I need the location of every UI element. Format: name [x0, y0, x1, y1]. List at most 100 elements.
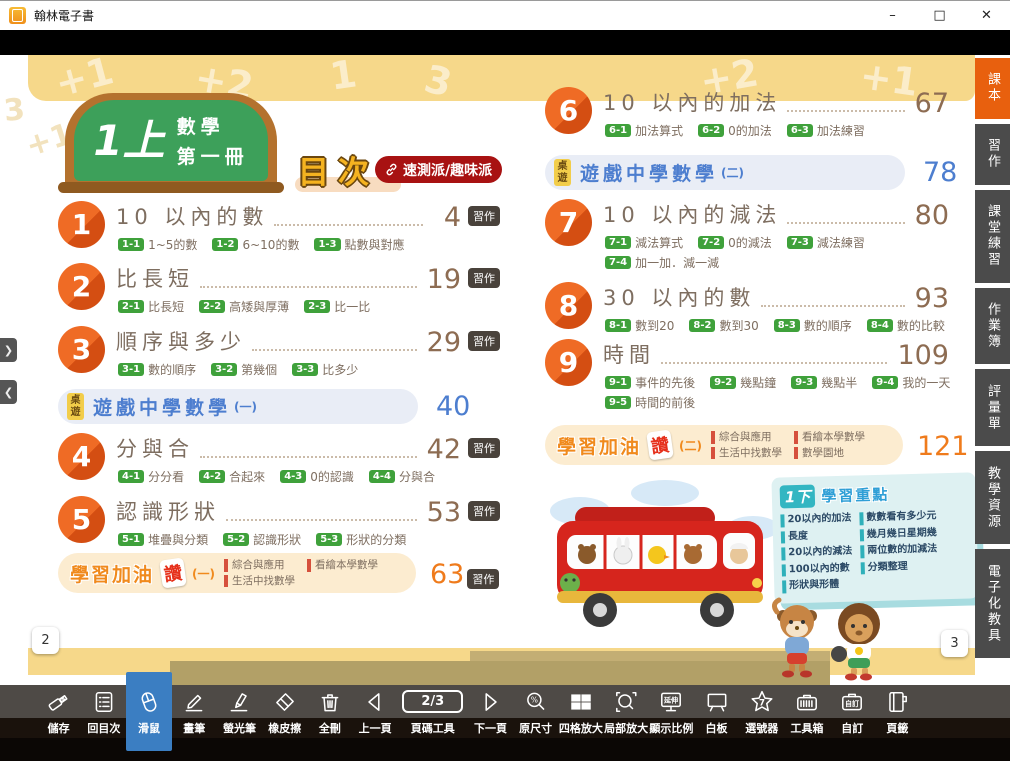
workbook-badge[interactable]: 習作	[468, 438, 500, 458]
study-boost-page-number[interactable]: 63	[430, 553, 464, 588]
section-item[interactable]: 9-3 幾點半	[791, 374, 857, 391]
number-picker-button[interactable]: 7 選號器	[739, 685, 784, 738]
study-boost-page-number[interactable]: 121	[917, 425, 969, 460]
chapter-page-number[interactable]: 109	[897, 342, 949, 369]
chapter-page-number[interactable]: 80	[915, 202, 949, 229]
mouse-button[interactable]: 滑鼠	[126, 672, 171, 751]
panel-expand-chevron-icon[interactable]: ❯	[0, 338, 17, 362]
section-item[interactable]: 8-3 數的順序	[774, 317, 852, 334]
section-item[interactable]: 6-3 加法練習	[787, 122, 865, 139]
study-boost-pill[interactable]: 學習加油 讚 (二) 綜合與應用生活中找數學看繪本學數學數學園地	[545, 425, 903, 465]
back-to-toc-button[interactable]: 回目次	[81, 685, 126, 738]
workbook-badge[interactable]: 習作	[468, 268, 500, 288]
panel-collapse-chevron-icon[interactable]: ❮	[0, 380, 17, 404]
chapter-title[interactable]: 順序與多少	[116, 326, 246, 356]
eraser-button[interactable]: 橡皮擦	[262, 685, 307, 738]
section-item[interactable]: 4-1 分分看	[118, 468, 184, 485]
original-size-button[interactable]: % 原尺寸	[513, 685, 558, 738]
partial-zoom-button[interactable]: 局部放大	[604, 685, 649, 738]
chapter-page-number[interactable]: 67	[915, 90, 949, 117]
study-boost-pill[interactable]: 學習加油 讚 (一) 綜合與應用生活中找數學看繪本學數學	[58, 553, 416, 593]
toolbox-button[interactable]: 工具箱	[784, 685, 829, 738]
next-page-button[interactable]: 下一頁	[468, 685, 513, 738]
close-button[interactable]: ✕	[963, 1, 1010, 30]
highlighter-button[interactable]: 螢光筆	[217, 685, 262, 738]
page-indicator[interactable]: 2/3	[402, 690, 463, 713]
chapter-page-number[interactable]: 42	[427, 436, 461, 463]
section-item[interactable]: 2-3 比一比	[304, 298, 370, 315]
board-game-pill[interactable]: 桌遊 遊戲中學數學 (一)	[58, 389, 418, 424]
section-item[interactable]: 4-2 合起來	[199, 468, 265, 485]
section-item[interactable]: 2-1 比長短	[118, 298, 184, 315]
sidebar-tab-7[interactable]: 電子化教具	[975, 549, 1010, 658]
save-button[interactable]: 儲存	[36, 685, 81, 738]
display-ratio-button[interactable]: 延伸 顯示比例	[649, 685, 694, 738]
section-item[interactable]: 8-4 數的比較	[867, 317, 945, 334]
sidebar-tab-4[interactable]: 作業簿	[975, 288, 1010, 365]
section-item[interactable]: 2-2 高矮與厚薄	[199, 298, 289, 315]
section-item[interactable]: 7-1 減法算式	[605, 234, 683, 251]
workbook-badge[interactable]: 習作	[468, 501, 500, 521]
custom-button[interactable]: 自訂 自訂	[830, 685, 875, 738]
whiteboard-button[interactable]: 白板	[694, 685, 739, 738]
section-item[interactable]: 7-4 加一加．減一減	[605, 254, 719, 271]
section-item[interactable]: 9-4 我的一天	[872, 374, 950, 391]
chapter-page-number[interactable]: 53	[427, 499, 461, 526]
sidebar-tab-3[interactable]: 課堂練習	[975, 190, 1010, 283]
workbook-badge[interactable]: 習作	[468, 331, 500, 351]
pen-button[interactable]: 畫筆	[172, 685, 217, 738]
section-item[interactable]: 4-3 0的認識	[280, 468, 354, 485]
chapter-title[interactable]: 比長短	[116, 263, 194, 293]
page-corner-tab-right[interactable]: 3	[941, 630, 968, 657]
chapter-title[interactable]: 認識形狀	[116, 496, 220, 526]
section-label: 認識形狀	[253, 531, 301, 548]
section-item[interactable]: 8-2 數到30	[689, 317, 758, 334]
section-item[interactable]: 3-2 第幾個	[211, 361, 277, 378]
chapter-page-number[interactable]: 4	[433, 204, 461, 231]
section-item[interactable]: 8-1 數到20	[605, 317, 674, 334]
section-item[interactable]: 1-2 6~10的數	[212, 236, 299, 253]
delete-all-button[interactable]: 全刪	[307, 685, 352, 738]
quad-zoom-button[interactable]: 四格放大	[558, 685, 603, 738]
chapter-title[interactable]: 10 以內的加法	[603, 87, 781, 117]
section-item[interactable]: 3-1 數的順序	[118, 361, 196, 378]
section-item[interactable]: 3-3 比多少	[292, 361, 358, 378]
section-item[interactable]: 5-3 形狀的分類	[316, 531, 406, 548]
sidebar-tab-2[interactable]: 習作	[975, 124, 1010, 185]
page-tool-button[interactable]: 2/3 頁碼工具	[398, 685, 468, 738]
chapter-title[interactable]: 10 以內的減法	[603, 199, 781, 229]
section-item[interactable]: 5-1 堆疊與分類	[118, 531, 208, 548]
workbook-badge[interactable]: 習作	[468, 206, 500, 226]
page-corner-tab-left[interactable]: 2	[32, 627, 59, 654]
section-item[interactable]: 5-2 認識形狀	[223, 531, 301, 548]
board-game-pill[interactable]: 桌遊 遊戲中學數學 (二)	[545, 155, 905, 190]
chapter-title[interactable]: 時間	[603, 339, 655, 369]
section-item[interactable]: 7-2 0的減法	[698, 234, 772, 251]
section-item[interactable]: 6-1 加法算式	[605, 122, 683, 139]
sidebar-tab-1[interactable]: 課本	[975, 58, 1010, 119]
sidebar-tab-5[interactable]: 評量單	[975, 369, 1010, 446]
sidebar-tab-6[interactable]: 教學資源	[975, 451, 1010, 544]
chapter-page-number[interactable]: 93	[915, 285, 949, 312]
chapter-page-number[interactable]: 29	[427, 329, 461, 356]
section-item[interactable]: 1-3 點數與對應	[314, 236, 404, 253]
workbook-badge[interactable]: 習作	[467, 569, 499, 589]
chapter-title[interactable]: 分與合	[116, 433, 194, 463]
chapter-title[interactable]: 30 以內的數	[603, 282, 755, 312]
prev-page-button[interactable]: 上一頁	[353, 685, 398, 738]
section-item[interactable]: 1-1 1~5的數	[118, 236, 197, 253]
section-item[interactable]: 6-2 0的加法	[698, 122, 772, 139]
section-item[interactable]: 7-3 減法練習	[787, 234, 865, 251]
board-game-page-number[interactable]: 40	[436, 393, 470, 420]
section-item[interactable]: 9-1 事件的先後	[605, 374, 695, 391]
section-item[interactable]: 9-5 時間的前後	[605, 394, 695, 411]
section-item[interactable]: 9-2 幾點鐘	[710, 374, 776, 391]
page-tab-button[interactable]: 頁籤	[875, 685, 920, 738]
section-item[interactable]: 4-4 分與合	[369, 468, 435, 485]
chapter-title[interactable]: 10 以內的數	[116, 201, 268, 231]
maximize-button[interactable]: □	[916, 1, 963, 30]
minimize-button[interactable]: –	[869, 1, 916, 30]
chapter-page-number[interactable]: 19	[427, 266, 461, 293]
board-game-page-number[interactable]: 78	[923, 159, 957, 186]
speed-test-link-button[interactable]: 速測派/趣味派	[375, 156, 502, 183]
